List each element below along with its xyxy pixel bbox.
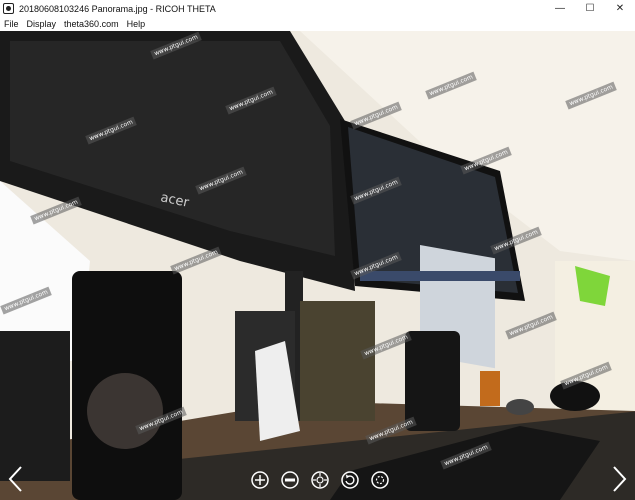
panorama-image: acer [0, 31, 635, 500]
theta-app-icon [3, 3, 14, 14]
menu-theta360[interactable]: theta360.com [60, 19, 123, 29]
sphere-view-button[interactable] [310, 470, 330, 490]
menu-bar: File Display theta360.com Help [0, 17, 635, 31]
panorama-viewer[interactable]: acer www.ptgui.com www.ptgui.com www.ptg… [0, 31, 635, 500]
rotate-button[interactable] [340, 470, 360, 490]
window-title: 20180608103246 Panorama.jpg - RICOH THET… [19, 3, 216, 14]
previous-image-button[interactable] [6, 465, 26, 493]
auto-play-icon [371, 471, 389, 489]
rotate-icon [341, 471, 359, 489]
maximize-button[interactable]: ☐ [575, 0, 605, 17]
viewer-toolbar [250, 470, 390, 490]
menu-help[interactable]: Help [123, 19, 150, 29]
menu-display[interactable]: Display [23, 19, 61, 29]
title-bar: 20180608103246 Panorama.jpg - RICOH THET… [0, 0, 635, 17]
next-image-button[interactable] [609, 465, 629, 493]
chevron-left-icon [8, 466, 22, 492]
auto-play-button[interactable] [370, 470, 390, 490]
zoom-out-icon [281, 471, 299, 489]
menu-file[interactable]: File [0, 19, 23, 29]
zoom-in-icon [251, 471, 269, 489]
minimize-button[interactable]: — [545, 0, 575, 17]
chevron-right-icon [613, 466, 627, 492]
close-button[interactable]: ✕ [605, 0, 635, 17]
sphere-view-icon [311, 471, 329, 489]
zoom-out-button[interactable] [280, 470, 300, 490]
window-controls: — ☐ ✕ [545, 0, 635, 17]
zoom-in-button[interactable] [250, 470, 270, 490]
